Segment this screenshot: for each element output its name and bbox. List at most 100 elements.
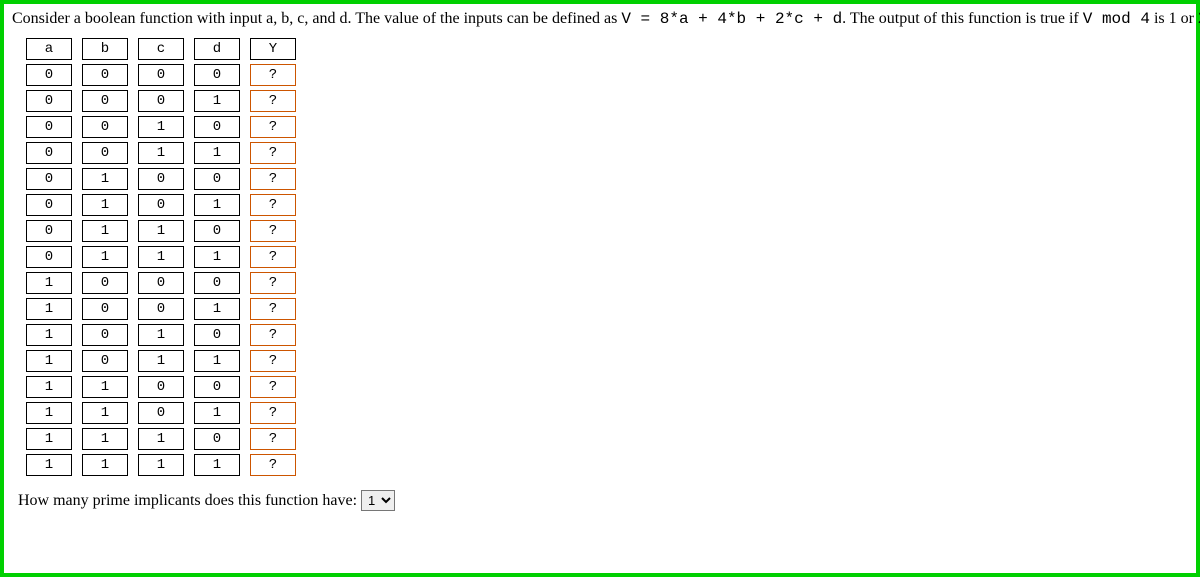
cell-d: 0	[194, 428, 240, 450]
cell-c: 0	[138, 376, 184, 398]
cell-y[interactable]: ?	[250, 454, 296, 476]
question-statement: Consider a boolean function with input a…	[12, 10, 1188, 28]
cell-b: 0	[82, 350, 128, 372]
cell-d: 1	[194, 142, 240, 164]
cell-b: 0	[82, 324, 128, 346]
table-row: 0101?	[26, 194, 296, 216]
cell-c: 0	[138, 272, 184, 294]
header-d: d	[194, 38, 240, 60]
bottom-question-row: How many prime implicants does this func…	[18, 490, 1188, 511]
cell-a: 1	[26, 298, 72, 320]
header-b: b	[82, 38, 128, 60]
cell-a: 0	[26, 220, 72, 242]
cell-y[interactable]: ?	[250, 64, 296, 86]
table-row: 0111?	[26, 246, 296, 268]
cell-b: 1	[82, 428, 128, 450]
cell-b: 1	[82, 246, 128, 268]
cell-a: 0	[26, 64, 72, 86]
table-header-row: a b c d Y	[26, 38, 296, 60]
cell-c: 0	[138, 298, 184, 320]
cell-c: 1	[138, 116, 184, 138]
cell-b: 1	[82, 168, 128, 190]
cell-a: 1	[26, 376, 72, 398]
cell-a: 1	[26, 428, 72, 450]
cell-d: 1	[194, 298, 240, 320]
cell-c: 1	[138, 324, 184, 346]
cell-a: 0	[26, 142, 72, 164]
cell-c: 1	[138, 454, 184, 476]
table-row: 1110?	[26, 428, 296, 450]
cell-b: 1	[82, 194, 128, 216]
cell-d: 0	[194, 220, 240, 242]
cell-a: 1	[26, 324, 72, 346]
cell-y[interactable]: ?	[250, 246, 296, 268]
table-row: 1111?	[26, 454, 296, 476]
table-row: 1000?	[26, 272, 296, 294]
cell-b: 0	[82, 64, 128, 86]
question-formula: V = 8*a + 4*b + 2*c + d	[621, 10, 842, 28]
cell-b: 0	[82, 298, 128, 320]
table-row: 1001?	[26, 298, 296, 320]
cell-y[interactable]: ?	[250, 428, 296, 450]
cell-d: 1	[194, 350, 240, 372]
cell-y[interactable]: ?	[250, 298, 296, 320]
table-row: 1010?	[26, 324, 296, 346]
cell-b: 1	[82, 402, 128, 424]
cell-d: 0	[194, 116, 240, 138]
cell-a: 1	[26, 402, 72, 424]
cell-c: 0	[138, 194, 184, 216]
cell-a: 0	[26, 246, 72, 268]
header-y: Y	[250, 38, 296, 60]
table-row: 0010?	[26, 116, 296, 138]
cell-d: 1	[194, 402, 240, 424]
cell-b: 1	[82, 454, 128, 476]
question-intro: Consider a boolean function with input a…	[12, 10, 621, 27]
cell-c: 1	[138, 220, 184, 242]
bottom-question-text: How many prime implicants does this func…	[18, 492, 361, 509]
table-row: 1011?	[26, 350, 296, 372]
cell-b: 0	[82, 142, 128, 164]
cell-y[interactable]: ?	[250, 116, 296, 138]
question-container: Consider a boolean function with input a…	[0, 0, 1200, 577]
cell-b: 0	[82, 272, 128, 294]
table-row: 0110?	[26, 220, 296, 242]
cell-d: 0	[194, 64, 240, 86]
cell-a: 0	[26, 116, 72, 138]
cell-d: 0	[194, 376, 240, 398]
question-outro2: is 1 or 2 or 3.	[1150, 10, 1200, 27]
cell-d: 1	[194, 194, 240, 216]
cell-y[interactable]: ?	[250, 376, 296, 398]
cell-c: 0	[138, 402, 184, 424]
header-a: a	[26, 38, 72, 60]
cell-d: 0	[194, 272, 240, 294]
cell-d: 1	[194, 454, 240, 476]
cell-y[interactable]: ?	[250, 194, 296, 216]
cell-d: 1	[194, 90, 240, 112]
cell-b: 1	[82, 220, 128, 242]
cell-a: 0	[26, 194, 72, 216]
cell-c: 1	[138, 428, 184, 450]
cell-y[interactable]: ?	[250, 90, 296, 112]
cell-y[interactable]: ?	[250, 402, 296, 424]
cell-c: 0	[138, 90, 184, 112]
cell-y[interactable]: ?	[250, 272, 296, 294]
cell-y[interactable]: ?	[250, 220, 296, 242]
cell-c: 0	[138, 168, 184, 190]
table-row: 0001?	[26, 90, 296, 112]
cell-a: 1	[26, 350, 72, 372]
cell-c: 0	[138, 64, 184, 86]
cell-a: 1	[26, 454, 72, 476]
table-row: 0011?	[26, 142, 296, 164]
prime-implicants-select[interactable]: 123456	[361, 490, 395, 511]
cell-d: 1	[194, 246, 240, 268]
cell-y[interactable]: ?	[250, 350, 296, 372]
table-row: 1101?	[26, 402, 296, 424]
cell-y[interactable]: ?	[250, 324, 296, 346]
cell-y[interactable]: ?	[250, 142, 296, 164]
cell-a: 0	[26, 90, 72, 112]
cell-c: 1	[138, 350, 184, 372]
table-row: 1100?	[26, 376, 296, 398]
cell-y[interactable]: ?	[250, 168, 296, 190]
cell-b: 1	[82, 376, 128, 398]
header-c: c	[138, 38, 184, 60]
